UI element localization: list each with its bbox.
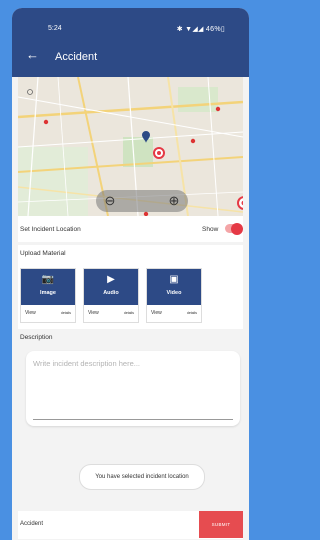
bottom-bar: Accident SUBMIT xyxy=(18,511,243,539)
details-link[interactable]: details xyxy=(187,311,197,315)
audio-tile[interactable]: ▶ Audio View details xyxy=(83,268,139,323)
show-toggle[interactable] xyxy=(225,222,243,235)
zoom-in-icon[interactable]: ⊕ xyxy=(166,193,182,209)
video-icon: ▣ xyxy=(169,274,179,285)
status-bar: 5:24 ✱ ▼◢◢ 46%▯ xyxy=(12,8,249,38)
play-icon: ▶ xyxy=(107,274,115,285)
page-title: Accident xyxy=(55,51,98,63)
zoom-control: ⊖ ⊕ xyxy=(96,190,188,212)
toast-message: You have selected incident location xyxy=(79,464,205,490)
map-view[interactable]: ⊖ ⊕ xyxy=(18,77,243,216)
audio-tile-header: ▶ Audio xyxy=(84,269,138,305)
tile-label: Image xyxy=(40,290,56,296)
details-link[interactable]: details xyxy=(61,311,71,315)
image-tile-header: 📷 Image xyxy=(21,269,75,305)
video-tile-header: ▣ Video xyxy=(147,269,201,305)
upload-title: Upload Material xyxy=(20,250,66,257)
incident-type-label: Accident xyxy=(20,521,44,527)
location-row: Set Incident Location Show xyxy=(18,216,243,242)
input-underline xyxy=(33,419,233,420)
app-bar: ← Accident xyxy=(12,38,249,77)
zoom-out-icon[interactable]: ⊖ xyxy=(102,193,118,209)
toggle-knob xyxy=(231,222,243,235)
description-label: Description xyxy=(20,334,53,341)
details-link[interactable]: details xyxy=(124,311,134,315)
status-time: 5:24 xyxy=(48,25,62,32)
view-link[interactable]: View xyxy=(88,310,99,316)
phone-screen: 5:24 ✱ ▼◢◢ 46%▯ ← Accident ⊖ ⊕ Set Incid… xyxy=(12,8,249,540)
image-tile[interactable]: 📷 Image View details xyxy=(20,268,76,323)
tile-label: Video xyxy=(166,290,182,296)
submit-button[interactable]: SUBMIT xyxy=(199,511,243,538)
set-location-label: Set Incident Location xyxy=(20,226,81,233)
video-tile[interactable]: ▣ Video View details xyxy=(146,268,202,323)
upload-section: Upload Material 📷 Image View details ▶ A… xyxy=(18,245,243,329)
back-arrow-icon[interactable]: ← xyxy=(26,47,39,62)
show-label: Show xyxy=(202,226,219,233)
status-icons: ✱ ▼◢◢ 46%▯ xyxy=(176,26,225,33)
tile-label: Audio xyxy=(103,290,119,296)
view-link[interactable]: View xyxy=(25,310,36,316)
camera-icon: 📷 xyxy=(41,274,55,285)
view-link[interactable]: View xyxy=(151,310,162,316)
description-field[interactable]: Write incident description here... xyxy=(26,351,240,426)
description-placeholder: Write incident description here... xyxy=(33,359,140,368)
